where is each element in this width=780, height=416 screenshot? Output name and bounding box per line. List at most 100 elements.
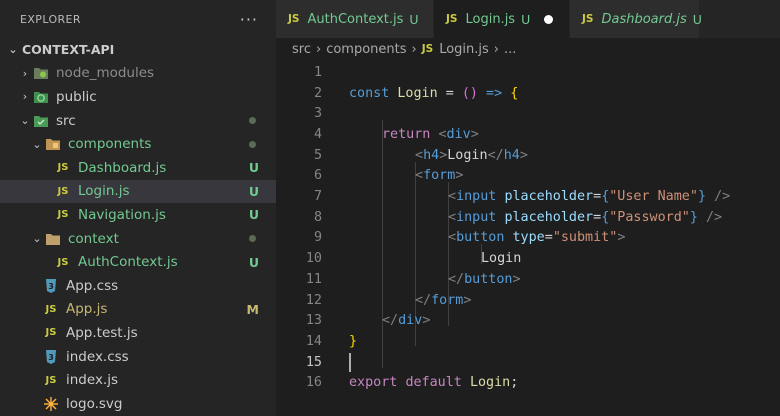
tree-item-components[interactable]: ⌄ components xyxy=(0,132,276,156)
code-content: <input placeholder={"Password"} /> xyxy=(448,209,723,225)
breadcrumb-file[interactable]: Login.js xyxy=(439,42,489,57)
code-content: <input placeholder={"User Name"} /> xyxy=(448,189,731,205)
tree-root-folder[interactable]: ⌄ CONTEXT-API xyxy=(0,38,276,62)
code-line-current: 15 xyxy=(276,352,780,373)
line-number: 2 xyxy=(313,85,322,101)
tab-label: Login.js xyxy=(465,11,516,27)
tree-item-label: App.test.js xyxy=(66,324,138,341)
tree-item-app-css[interactable]: 3 App.css xyxy=(0,274,276,298)
breadcrumb-src[interactable]: src xyxy=(292,42,311,57)
tree-item-app-test-js[interactable]: JS App.test.js xyxy=(0,321,276,345)
tab-login-js[interactable]: JS Login.js U xyxy=(434,0,570,38)
tree-item-index-css[interactable]: 3 index.css xyxy=(0,345,276,369)
line-number: 5 xyxy=(313,147,322,163)
css-file-icon: 3 xyxy=(42,349,60,365)
code-line: 6 <form> xyxy=(276,166,780,187)
tree-item-index-js[interactable]: JS index.js xyxy=(0,368,276,392)
code-line: 3 xyxy=(276,103,780,124)
context-folder-icon xyxy=(44,231,62,247)
changes-dot xyxy=(249,235,256,243)
code-line: 2 const Login = () => { xyxy=(276,83,780,104)
tree-item-public[interactable]: › public xyxy=(0,85,276,109)
code-content: <button type="submit"> xyxy=(448,230,626,246)
code-content: return <div> xyxy=(382,126,479,142)
chevron-right-icon: › xyxy=(493,41,499,57)
tree-item-label: Navigation.js xyxy=(78,206,166,223)
svg-text:3: 3 xyxy=(48,282,54,291)
line-number: 14 xyxy=(305,333,322,349)
tab-authcontext-js[interactable]: JS AuthContext.js U xyxy=(276,0,434,38)
tree-item-label: index.js xyxy=(66,372,119,389)
code-content: const Login = () => { xyxy=(349,85,519,101)
line-number: 7 xyxy=(313,189,322,205)
js-file-icon: JS xyxy=(57,256,69,268)
tree-item-label: App.js xyxy=(66,301,108,318)
breadcrumb-components[interactable]: components xyxy=(326,42,406,57)
js-file-icon: JS xyxy=(446,13,458,25)
js-file-icon: JS xyxy=(45,303,57,315)
tree-item-logo-svg[interactable]: logo.svg xyxy=(0,392,276,416)
tree-item-label: components xyxy=(68,136,152,153)
tree-item-label: App.css xyxy=(66,277,119,294)
tree-item-label: index.css xyxy=(66,348,129,365)
unsaved-dot-icon[interactable] xyxy=(544,14,554,24)
file-tree: ⌄ CONTEXT-API › node_modules › public ⌄ … xyxy=(0,38,276,416)
line-number: 6 xyxy=(313,168,322,184)
more-actions-icon[interactable]: ··· xyxy=(240,10,258,29)
chevron-down-icon: ⌄ xyxy=(20,114,30,128)
code-content: </div> xyxy=(382,313,431,329)
code-content: } xyxy=(349,333,358,349)
chevron-right-icon: › xyxy=(315,41,322,57)
tree-item-context[interactable]: ⌄ context xyxy=(0,227,276,251)
explorer-header: EXPLORER ··· xyxy=(0,0,276,38)
js-file-icon: JS xyxy=(288,13,300,25)
code-line: 11 </button> xyxy=(276,269,780,290)
code-editor[interactable]: 1 2 const Login = () => { 3 4 return <di… xyxy=(276,60,780,416)
public-folder-icon xyxy=(32,89,50,105)
svg-file-icon xyxy=(42,396,60,412)
css-file-icon: 3 xyxy=(42,278,60,294)
chevron-right-icon: › xyxy=(411,41,417,57)
node-folder-icon xyxy=(32,65,50,81)
code-line: 5 <h4>Login</h4> xyxy=(276,145,780,166)
chevron-down-icon: ⌄ xyxy=(32,137,42,151)
breadcrumb: src › components › JS Login.js › ... xyxy=(276,38,780,60)
line-number: 15 xyxy=(305,354,322,370)
modified-badge: M xyxy=(246,301,259,317)
js-file-icon: JS xyxy=(57,185,69,197)
untracked-badge: U xyxy=(692,11,702,27)
untracked-badge: U xyxy=(248,160,259,176)
tree-item-navigation-js[interactable]: JS Navigation.js U xyxy=(0,203,276,227)
code-line: 10 Login xyxy=(276,248,780,269)
tree-item-label: public xyxy=(56,88,97,105)
code-content: </form> xyxy=(415,292,472,308)
tree-item-label: AuthContext.js xyxy=(78,254,178,271)
editor-tabs: JS AuthContext.js U JS Login.js U JS Das… xyxy=(276,0,780,38)
code-line: 4 return <div> xyxy=(276,124,780,145)
code-content: </button> xyxy=(448,271,521,287)
code-line: 14 } xyxy=(276,331,780,352)
tree-item-src[interactable]: ⌄ src xyxy=(0,109,276,133)
line-number: 4 xyxy=(313,126,322,142)
tree-item-dashboard-js[interactable]: JS Dashboard.js U xyxy=(0,156,276,180)
line-number: 12 xyxy=(305,292,322,308)
src-folder-icon xyxy=(32,113,50,129)
tab-label: AuthContext.js xyxy=(307,11,404,27)
code-line: 1 xyxy=(276,62,780,83)
line-number: 9 xyxy=(313,230,322,246)
tab-dashboard-js[interactable]: JS Dashboard.js U xyxy=(570,0,702,38)
tree-item-login-js[interactable]: JS Login.js U xyxy=(0,179,276,204)
tree-item-label: Login.js xyxy=(78,183,130,200)
tree-item-app-js[interactable]: JS App.js M xyxy=(0,298,276,322)
untracked-badge: U xyxy=(248,207,259,223)
untracked-badge: U xyxy=(248,183,259,199)
tree-item-authcontext-js[interactable]: JS AuthContext.js U xyxy=(0,250,276,274)
line-number: 1 xyxy=(313,64,322,80)
breadcrumb-more[interactable]: ... xyxy=(504,42,516,57)
components-folder-icon xyxy=(44,136,62,152)
tree-item-node-modules[interactable]: › node_modules xyxy=(0,62,276,86)
chevron-down-icon: ⌄ xyxy=(8,43,18,57)
line-number: 8 xyxy=(313,209,322,225)
line-number: 16 xyxy=(305,375,322,391)
js-file-icon: JS xyxy=(57,162,69,174)
